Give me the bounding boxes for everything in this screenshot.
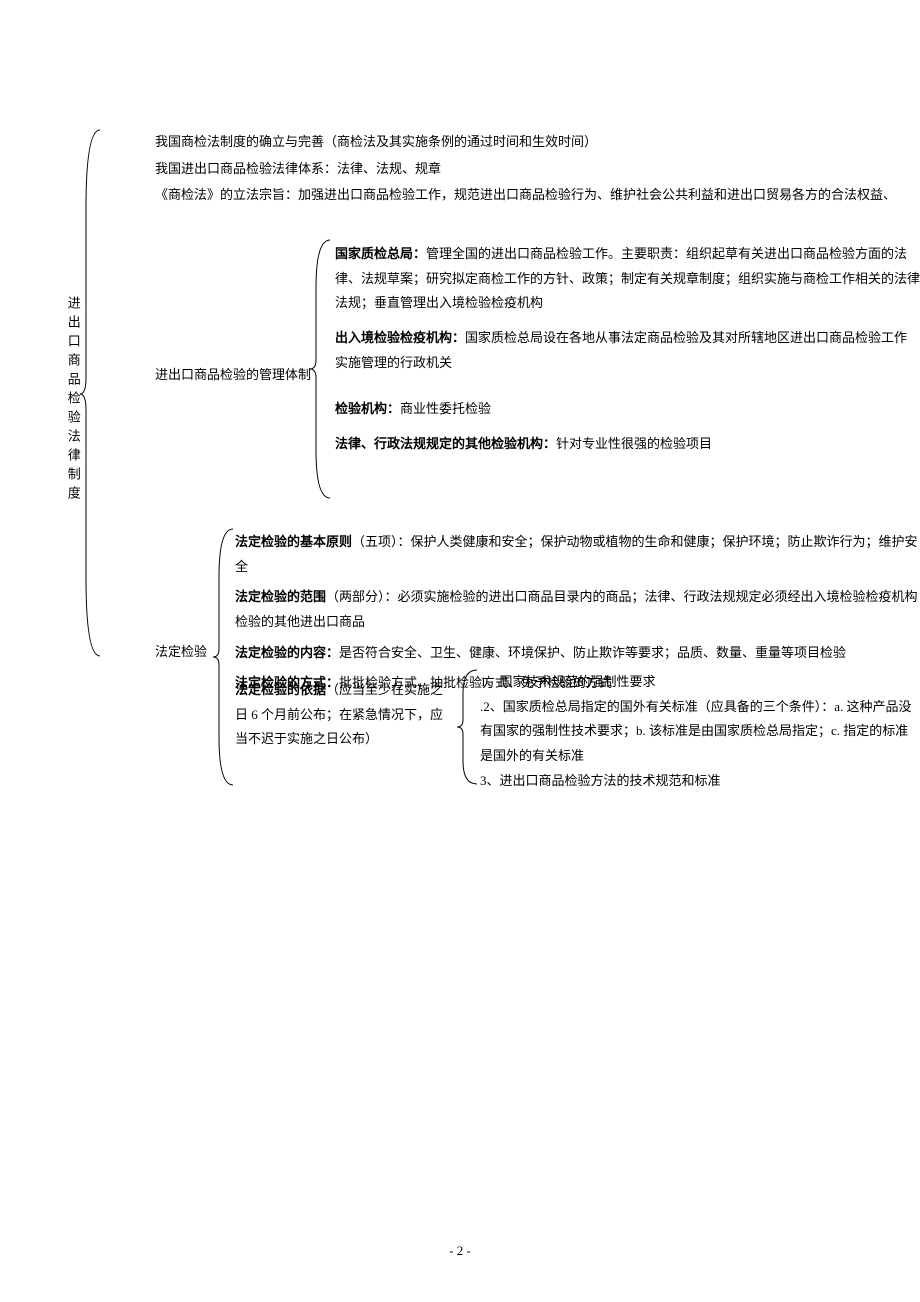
stat-p1: 法定检验的基本原则（五项）：保护人类健康和安全；保护动物或植物的生命和健康；保护… (235, 530, 920, 579)
stat-p1-bold: 法定检验的基本原则 (235, 534, 352, 549)
mgmt-label: 进出口商品检验的管理体制 (155, 363, 315, 388)
statutory-brace-icon (213, 527, 235, 787)
stat-p2-text: （两部分）：必须实施检验的进出口商品目录内的商品；法律、行政法规规定必须经出入境… (235, 589, 918, 629)
mgmt-item-1: 国家质检总局：管理全国的进出口商品检验工作。主要职责：组织起草有关进出口商品检验… (335, 242, 920, 316)
mgmt-item-4: 法律、行政法规规定的其他检验机构：针对专业性很强的检验项目 (335, 432, 920, 457)
mgmt-item-4-bold: 法律、行政法规规定的其他检验机构： (335, 436, 556, 451)
top-block: 我国商检法制度的确立与完善（商检法及其实施条例的通过时间和生效时间） 我国进出口… (155, 130, 915, 210)
mgmt-item-1-bold: 国家质检总局： (335, 246, 426, 261)
mgmt-block: 国家质检总局：管理全国的进出口商品检验工作。主要职责：组织起草有关进出口商品检验… (335, 242, 920, 465)
basis-label: 法定检验的依据（应当至少在实施之日 6 个月前公布；在紧急情况下，应当不迟于实施… (235, 678, 455, 752)
stat-p3-bold: 法定检验的内容： (235, 645, 339, 660)
stat-p3: 法定检验的内容：是否符合安全、卫生、健康、环境保护、防止欺诈等要求；品质、数量、… (235, 641, 920, 666)
mgmt-item-2-bold: 出入境检验检疫机构： (335, 330, 465, 345)
basis-item-3: 3、进出口商品检验方法的技术规范和标准 (480, 769, 920, 794)
mgmt-item-3: 检验机构：商业性委托检验 (335, 397, 920, 422)
top-line-2: 我国进出口商品检验法律体系：法律、法规、规章 (155, 157, 915, 182)
page-number: - 2 - (0, 1239, 920, 1264)
mgmt-item-2: 出入境检验检疫机构：国家质检总局设在各地从事法定商品检验及其对所辖地区进出口商品… (335, 326, 920, 375)
stat-p3-text: 是否符合安全、卫生、健康、环境保护、防止欺诈等要求；品质、数量、重量等项目检验 (339, 645, 846, 660)
root-title: 进出口商品检验法律制度 (60, 296, 85, 505)
basis-bold: 法定检验的依据 (235, 682, 326, 697)
basis-items: 1、国家技术规范的强制性要求 .2、国家质检总局指定的国外有关标准（应具备的三个… (480, 670, 920, 793)
mgmt-item-4-text: 针对专业性很强的检验项目 (556, 436, 712, 451)
stat-p2-bold: 法定检验的范围 (235, 589, 326, 604)
mgmt-item-3-text: 商业性委托检验 (400, 401, 491, 416)
mgmt-item-3-bold: 检验机构： (335, 401, 400, 416)
statutory-label: 法定检验 (155, 640, 207, 665)
stat-p2: 法定检验的范围（两部分）：必须实施检验的进出口商品目录内的商品；法律、行政法规规… (235, 585, 920, 634)
basis-item-2: .2、国家质检总局指定的国外有关标准（应具备的三个条件）：a. 这种产品没有国家… (480, 695, 920, 769)
basis-item-1: 1、国家技术规范的强制性要求 (480, 670, 920, 695)
top-line-3: 《商检法》的立法宗旨：加强进出口商品检验工作，规范进出口商品检验行为、维护社会公… (155, 183, 915, 208)
top-line-1: 我国商检法制度的确立与完善（商检法及其实施条例的通过时间和生效时间） (155, 130, 915, 155)
